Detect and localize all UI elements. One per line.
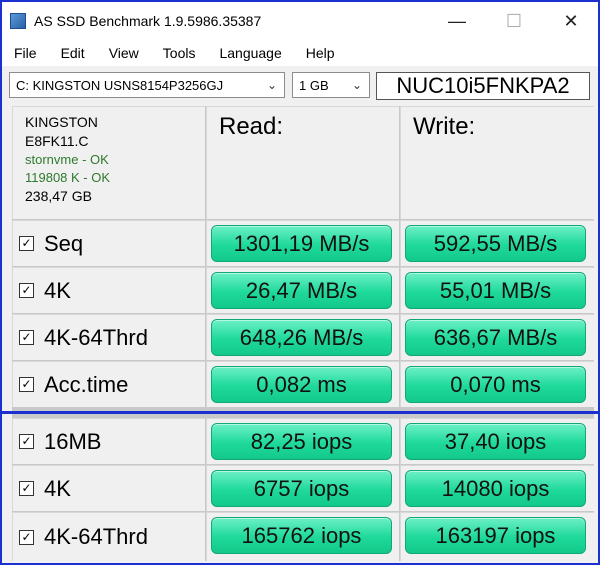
test-label: 16MB — [44, 428, 102, 454]
menu-bar: File Edit View Tools Language Help — [2, 40, 598, 66]
device-capacity: 238,47 GB — [25, 188, 92, 204]
test-label: 4K — [44, 277, 71, 303]
read-result: 1301,19 MB/s — [211, 225, 392, 262]
title-bar[interactable]: AS SSD Benchmark 1.9.5986.35387 — ☐ ✕ — [2, 2, 598, 40]
chevron-down-icon[interactable]: ⌄ — [349, 76, 365, 94]
read-header: Read: — [206, 106, 399, 219]
device-info-panel: KINGSTON E8FK11.C stornvme - OK 119808 K… — [12, 106, 205, 219]
menu-language[interactable]: Language — [207, 45, 293, 61]
test-row-4k[interactable]: ✓ 4K — [12, 267, 205, 313]
pc-name-field: NUC10i5FNKPA2 — [376, 72, 590, 100]
device-firmware: E8FK11.C — [25, 133, 89, 149]
checkbox[interactable]: ✓ — [19, 481, 34, 496]
window-title: AS SSD Benchmark 1.9.5986.35387 — [34, 13, 262, 29]
read-cell: 6757 iops — [206, 465, 399, 511]
write-result: 0,070 ms — [405, 366, 586, 403]
test-row-seq[interactable]: ✓ Seq — [12, 220, 205, 266]
menu-tools[interactable]: Tools — [151, 45, 208, 61]
checkbox[interactable]: ✓ — [19, 236, 34, 251]
test-label: Seq — [44, 230, 84, 256]
chevron-down-icon[interactable]: ⌄ — [264, 76, 280, 94]
menu-view[interactable]: View — [97, 45, 151, 61]
write-result: 636,67 MB/s — [405, 319, 586, 356]
menu-file[interactable]: File — [2, 45, 49, 61]
iops-row-4k[interactable]: ✓ 4K — [12, 465, 205, 511]
menu-edit[interactable]: Edit — [49, 45, 97, 61]
results-grid: KINGSTON E8FK11.C stornvme - OK 119808 K… — [12, 106, 594, 561]
test-label: 4K — [44, 475, 71, 501]
write-cell: 592,55 MB/s — [400, 220, 594, 266]
test-size-value: 1 GB — [299, 77, 329, 93]
write-cell: 636,67 MB/s — [400, 314, 594, 360]
read-cell: 165762 iops — [206, 512, 399, 561]
read-result: 6757 iops — [211, 470, 392, 507]
write-result: 37,40 iops — [405, 423, 586, 460]
iops-row-4k-64thrd[interactable]: ✓ 4K-64Thrd — [12, 512, 205, 561]
section-divider — [0, 411, 600, 414]
read-cell: 26,47 MB/s — [206, 267, 399, 313]
test-label: 4K-64Thrd — [44, 324, 148, 350]
write-cell: 14080 iops — [400, 465, 594, 511]
read-cell: 0,082 ms — [206, 361, 399, 407]
toolbar: C: KINGSTON USNS8154P3256GJ ⌄ 1 GB ⌄ NUC… — [2, 68, 598, 104]
write-cell: 0,070 ms — [400, 361, 594, 407]
checkbox[interactable]: ✓ — [19, 330, 34, 345]
write-result: 163197 iops — [405, 517, 586, 554]
checkbox[interactable]: ✓ — [19, 434, 34, 449]
read-cell: 648,26 MB/s — [206, 314, 399, 360]
test-label: 4K-64Thrd — [44, 524, 148, 549]
test-size-select[interactable]: 1 GB ⌄ — [292, 72, 370, 98]
write-cell: 37,40 iops — [400, 418, 594, 464]
read-result: 648,26 MB/s — [211, 319, 392, 356]
checkbox[interactable]: ✓ — [19, 377, 34, 392]
write-result: 14080 iops — [405, 470, 586, 507]
read-result: 82,25 iops — [211, 423, 392, 460]
app-icon — [10, 13, 26, 29]
minimize-button[interactable]: — — [434, 2, 480, 40]
device-alignment: 119808 K - OK — [25, 170, 111, 185]
device-model: KINGSTON — [25, 114, 98, 130]
write-cell: 55,01 MB/s — [400, 267, 594, 313]
checkbox[interactable]: ✓ — [19, 529, 34, 545]
device-driver: stornvme - OK — [25, 152, 109, 167]
close-button[interactable]: ✕ — [548, 2, 594, 40]
read-cell: 82,25 iops — [206, 418, 399, 464]
drive-select-value: C: KINGSTON USNS8154P3256GJ — [16, 77, 224, 93]
maximize-button[interactable]: ☐ — [491, 2, 537, 40]
checkbox[interactable]: ✓ — [19, 283, 34, 298]
write-result: 55,01 MB/s — [405, 272, 586, 309]
app-window: AS SSD Benchmark 1.9.5986.35387 — ☐ ✕ Fi… — [0, 0, 600, 565]
test-row-4k-64thrd[interactable]: ✓ 4K-64Thrd — [12, 314, 205, 360]
iops-row-16mb[interactable]: ✓ 16MB — [12, 418, 205, 464]
read-result: 165762 iops — [211, 517, 392, 554]
test-label: Acc.time — [44, 371, 129, 397]
write-cell: 163197 iops — [400, 512, 594, 561]
read-cell: 1301,19 MB/s — [206, 220, 399, 266]
test-row-acc-time[interactable]: ✓ Acc.time — [12, 361, 205, 407]
read-result: 26,47 MB/s — [211, 272, 392, 309]
write-header: Write: — [400, 106, 594, 219]
read-result: 0,082 ms — [211, 366, 392, 403]
menu-help[interactable]: Help — [294, 45, 347, 61]
drive-select[interactable]: C: KINGSTON USNS8154P3256GJ ⌄ — [9, 72, 285, 98]
write-result: 592,55 MB/s — [405, 225, 586, 262]
